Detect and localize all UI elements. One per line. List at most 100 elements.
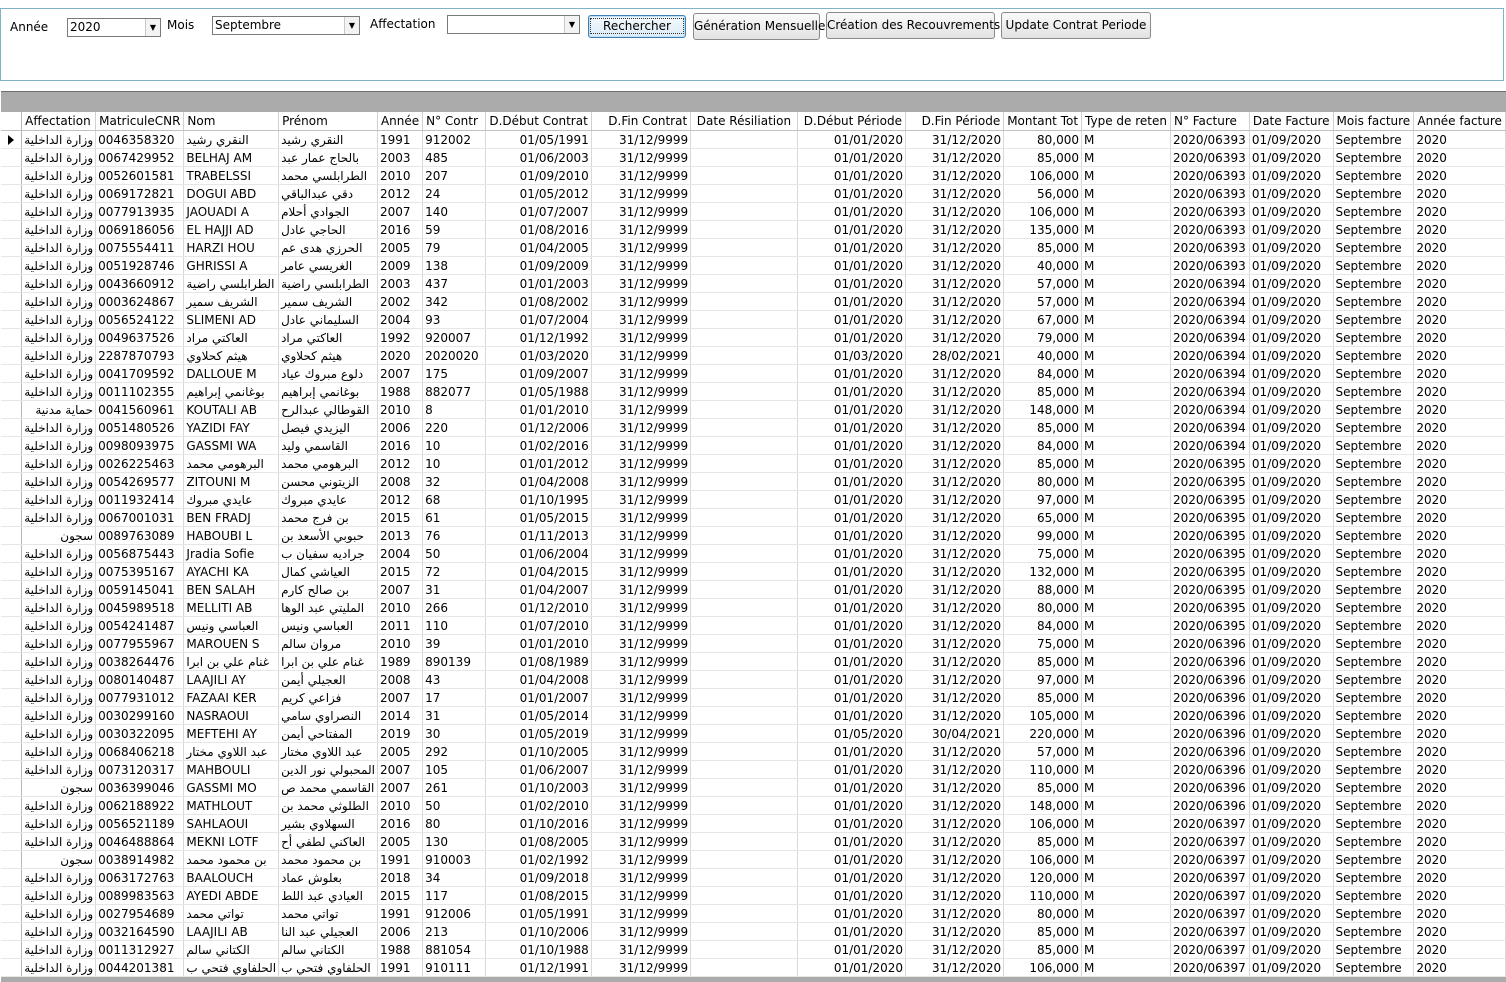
- table-cell[interactable]: 01/09/2020: [1249, 562, 1334, 581]
- table-cell[interactable]: 01/01/2020: [797, 130, 907, 149]
- table-row[interactable]: وزارة الداخلية 0077913935 JAOUADI A الجوادي…: [1, 202, 1506, 221]
- table-cell[interactable]: 01/09/2020: [1249, 544, 1334, 563]
- table-cell[interactable]: Septembre: [1333, 202, 1415, 221]
- table-cell[interactable]: 01/10/2005: [485, 742, 592, 761]
- table-cell[interactable]: الحاجي عادل: [278, 220, 378, 239]
- table-cell[interactable]: وزارة الداخلية: [21, 454, 97, 473]
- table-cell[interactable]: 2018: [377, 868, 424, 887]
- table-row[interactable]: وزارة الداخلية 0069186056 EL HAJJI AD الحاج…: [1, 220, 1506, 239]
- column-header-8[interactable]: Date Résiliation: [690, 112, 798, 131]
- row-selector[interactable]: [1, 940, 23, 959]
- table-cell[interactable]: 01/09/2020: [1249, 238, 1334, 257]
- table-cell[interactable]: 01/11/2013: [485, 526, 592, 545]
- table-cell[interactable]: 01/09/2020: [1249, 652, 1334, 671]
- table-cell[interactable]: 0041560961: [95, 400, 185, 419]
- table-cell[interactable]: 01/01/2020: [797, 526, 907, 545]
- table-cell[interactable]: M: [1081, 490, 1171, 509]
- table-cell[interactable]: 120,000: [1003, 868, 1083, 887]
- table-cell[interactable]: [690, 490, 798, 509]
- table-cell[interactable]: وزارة الداخلية: [21, 562, 97, 581]
- table-cell[interactable]: [690, 202, 798, 221]
- table-cell[interactable]: M: [1081, 562, 1171, 581]
- row-selector[interactable]: [1, 832, 23, 851]
- table-cell[interactable]: 2020/06394: [1170, 274, 1250, 293]
- table-cell[interactable]: 920007: [422, 328, 487, 347]
- table-cell[interactable]: 10: [422, 436, 487, 455]
- table-cell[interactable]: 31/12/9999: [591, 238, 692, 257]
- table-cell[interactable]: 01/12/2010: [485, 598, 592, 617]
- table-cell[interactable]: 2020: [377, 346, 424, 365]
- table-row[interactable]: سجون 0089763089 HABOUBI L حبوبي الأسعد بن 20…: [1, 526, 1506, 545]
- table-cell[interactable]: Septembre: [1333, 598, 1415, 617]
- table-cell[interactable]: 79: [422, 238, 487, 257]
- table-cell[interactable]: 01/10/1995: [485, 490, 592, 509]
- table-cell[interactable]: 01/01/2020: [797, 544, 907, 563]
- table-cell[interactable]: Septembre: [1333, 760, 1415, 779]
- table-cell[interactable]: 85,000: [1003, 238, 1083, 257]
- table-row[interactable]: سجون 0038914982 بن محمود محمد بن محمود محمد…: [1, 850, 1506, 869]
- table-cell[interactable]: Septembre: [1333, 616, 1415, 635]
- table-cell[interactable]: 01/09/2020: [1249, 778, 1334, 797]
- table-cell[interactable]: القاسمي وليد: [278, 436, 378, 455]
- table-cell[interactable]: 2020/06397: [1170, 940, 1250, 959]
- table-row[interactable]: وزارة الداخلية 0069172821 DOGUI ABD دقي عبد…: [1, 184, 1506, 203]
- table-cell[interactable]: M: [1081, 400, 1171, 419]
- row-selector[interactable]: [1, 922, 23, 941]
- table-cell[interactable]: 0067429952: [95, 148, 185, 167]
- table-cell[interactable]: 01/01/2020: [797, 580, 907, 599]
- table-cell[interactable]: 0046488864: [95, 832, 185, 851]
- table-cell[interactable]: 2008: [377, 472, 424, 491]
- table-cell[interactable]: Septembre: [1333, 454, 1415, 473]
- table-cell[interactable]: M: [1081, 850, 1171, 869]
- table-cell[interactable]: 207: [422, 166, 487, 185]
- table-cell[interactable]: 31/12/9999: [591, 472, 692, 491]
- table-cell[interactable]: 1988: [377, 382, 424, 401]
- row-selector[interactable]: [1, 292, 23, 311]
- table-cell[interactable]: 57,000: [1003, 742, 1083, 761]
- table-cell[interactable]: 99,000: [1003, 526, 1083, 545]
- table-cell[interactable]: 01/09/2020: [1249, 580, 1334, 599]
- table-cell[interactable]: 01/09/2020: [1249, 346, 1334, 365]
- table-cell[interactable]: 31/12/2020: [905, 130, 1005, 149]
- table-cell[interactable]: 140: [422, 202, 487, 221]
- table-cell[interactable]: 31/12/9999: [591, 436, 692, 455]
- table-cell[interactable]: 2004: [377, 310, 424, 329]
- table-cell[interactable]: AYEDI ABDE: [183, 886, 280, 905]
- table-cell[interactable]: وزارة الداخلية: [21, 346, 97, 365]
- table-cell[interactable]: Septembre: [1333, 328, 1415, 347]
- table-cell[interactable]: [690, 526, 798, 545]
- table-cell[interactable]: 31/12/9999: [591, 274, 692, 293]
- table-cell[interactable]: العياشي كمال: [278, 562, 378, 581]
- table-cell[interactable]: 2020/06393: [1170, 130, 1250, 149]
- table-cell[interactable]: 2020: [1413, 544, 1506, 563]
- table-cell[interactable]: TRABELSSI: [183, 166, 280, 185]
- table-cell[interactable]: [690, 706, 798, 725]
- table-cell[interactable]: 31/12/2020: [905, 922, 1005, 941]
- table-cell[interactable]: 01/05/1991: [485, 904, 592, 923]
- table-cell[interactable]: 132,000: [1003, 562, 1083, 581]
- table-cell[interactable]: 2020: [1413, 454, 1506, 473]
- table-cell[interactable]: Septembre: [1333, 364, 1415, 383]
- table-cell[interactable]: 2020/06393: [1170, 166, 1250, 185]
- table-cell[interactable]: 110: [422, 616, 487, 635]
- table-cell[interactable]: MAROUEN S: [183, 634, 280, 653]
- table-cell[interactable]: 01/04/2015: [485, 562, 592, 581]
- column-header-9[interactable]: D.Début Période: [797, 112, 907, 131]
- table-cell[interactable]: دقي عبدالباقي: [278, 184, 378, 203]
- column-header-1[interactable]: MatriculeCNR: [95, 112, 185, 131]
- table-cell[interactable]: 2020: [1413, 886, 1506, 905]
- table-row[interactable]: وزارة الداخلية 0030299160 NASRAOUI النصراوي…: [1, 706, 1506, 725]
- table-cell[interactable]: [690, 958, 798, 977]
- table-row[interactable]: وزارة الداخلية 0043660912 الطرابلسي راضية ا…: [1, 274, 1506, 293]
- table-cell[interactable]: 01/12/1991: [485, 958, 592, 977]
- table-cell[interactable]: وزارة الداخلية: [21, 724, 97, 743]
- table-cell[interactable]: الطرابلسي راضية: [183, 274, 280, 293]
- table-cell[interactable]: M: [1081, 724, 1171, 743]
- table-cell[interactable]: 31/12/9999: [591, 382, 692, 401]
- table-cell[interactable]: 31/12/9999: [591, 778, 692, 797]
- table-cell[interactable]: 0051928746: [95, 256, 185, 275]
- table-cell[interactable]: 01/07/2010: [485, 616, 592, 635]
- table-cell[interactable]: 2020: [1413, 778, 1506, 797]
- table-cell[interactable]: 0056875443: [95, 544, 185, 563]
- table-cell[interactable]: [690, 850, 798, 869]
